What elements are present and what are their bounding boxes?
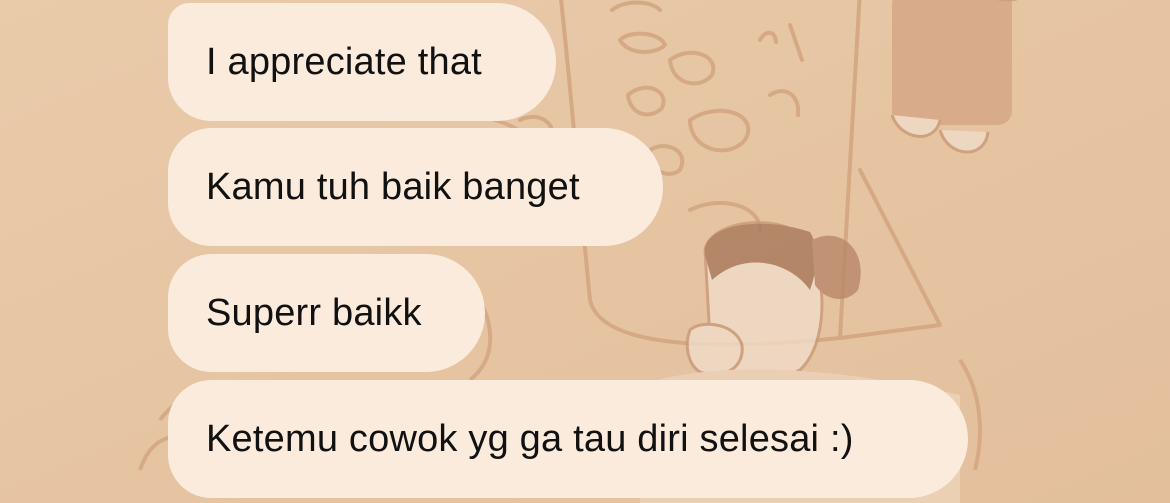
incoming-message-bubble[interactable]: Ketemu cowok yg ga tau diri selesai :) [168, 380, 968, 498]
incoming-message-bubble[interactable]: Kamu tuh baik banget [168, 128, 663, 246]
message-text: Superr baikk [206, 291, 422, 334]
incoming-message-bubble[interactable]: I appreciate that [168, 3, 556, 121]
message-thread: I appreciate that Kamu tuh baik banget S… [0, 0, 1170, 503]
message-text: Ketemu cowok yg ga tau diri selesai :) [206, 417, 854, 460]
incoming-message-bubble[interactable]: Superr baikk [168, 254, 485, 372]
message-text: I appreciate that [206, 40, 482, 83]
message-text: Kamu tuh baik banget [206, 165, 580, 208]
